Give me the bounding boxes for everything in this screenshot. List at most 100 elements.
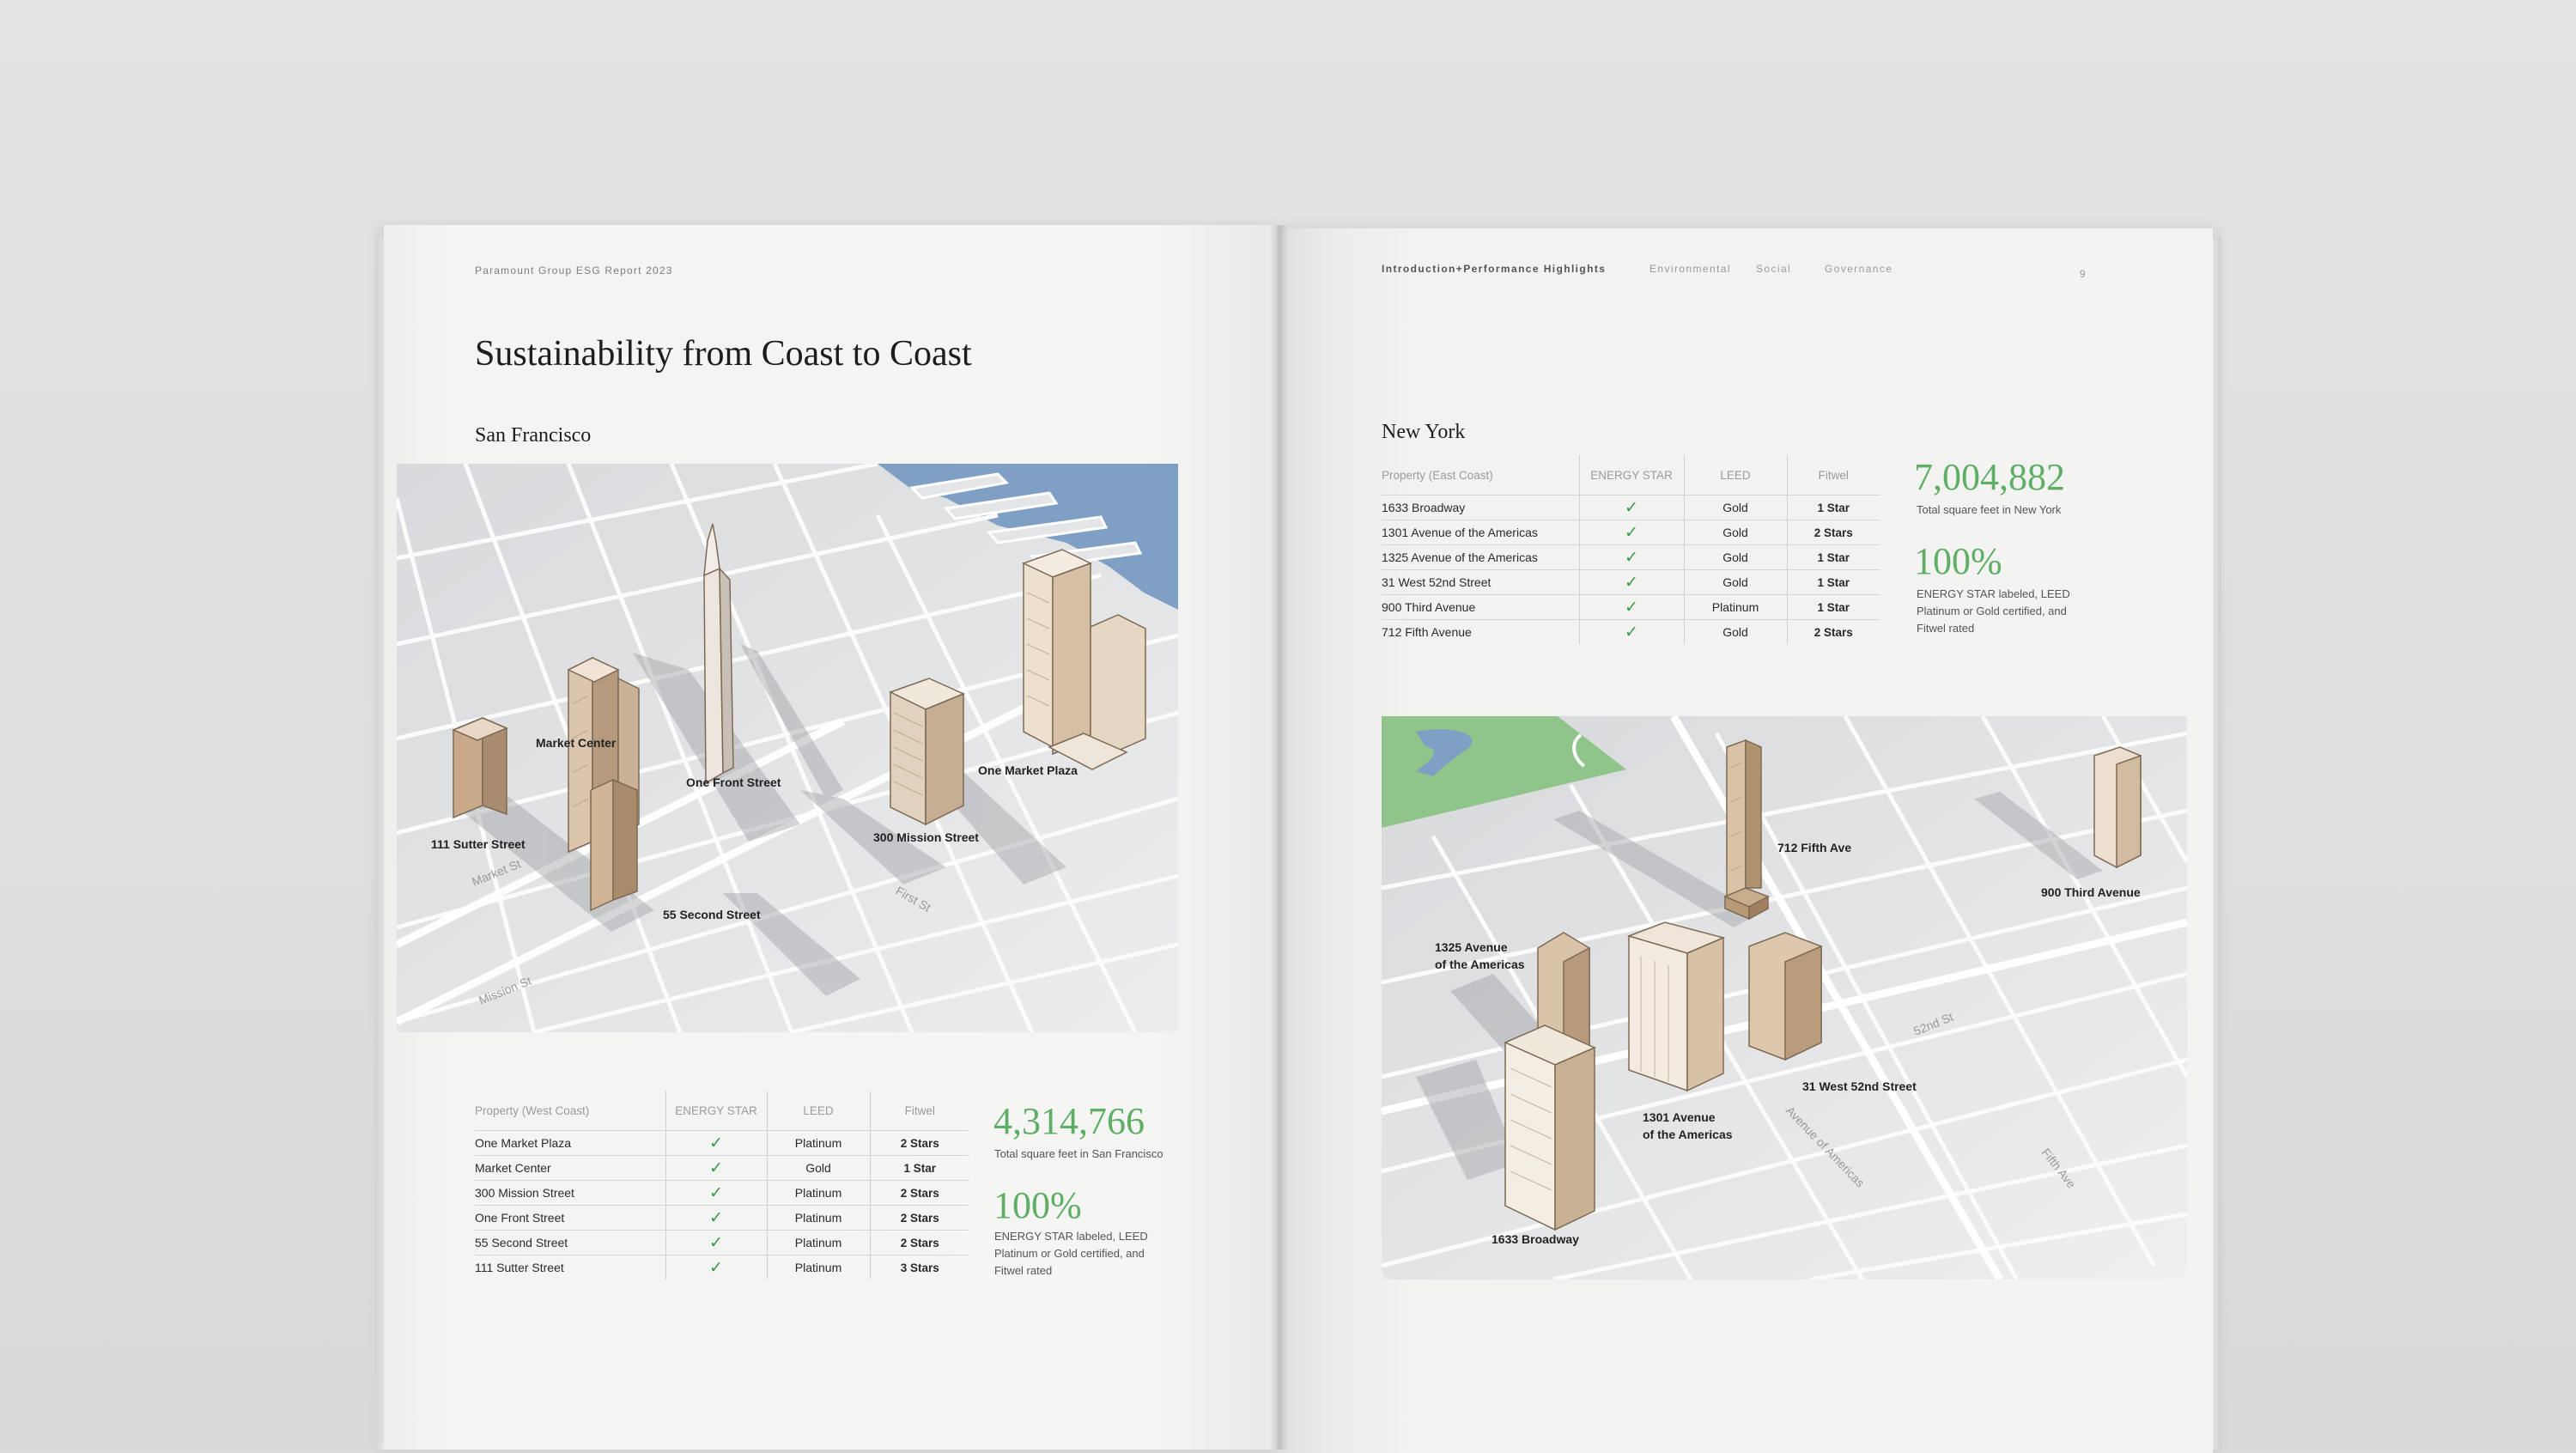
property-name: 1325 Avenue of the Americas [1382, 544, 1579, 570]
sf-total-square-feet-value: 4,314,766 [993, 1100, 1145, 1142]
property-name: 1633 Broadway [1382, 495, 1579, 520]
leed-rating: Gold [1683, 495, 1787, 520]
map-label-1301-avenue: 1301 Avenue [1643, 1110, 1716, 1124]
column-header-leed: LEED [1683, 455, 1787, 495]
leed-rating: Platinum [766, 1180, 870, 1206]
leed-rating: Gold [1683, 520, 1787, 545]
section-heading-new-york: New York [1382, 421, 1466, 443]
caption-line: ENERGY STAR labeled, LEED [1917, 587, 2070, 600]
map-label-111-sutter-street: 111 Sutter Street [431, 837, 526, 851]
property-name: 111 Sutter Street [475, 1255, 665, 1280]
check-icon: ✓ [665, 1205, 767, 1231]
table-row: 712 Fifth Avenue ✓ Gold 2 Stars [1382, 619, 1880, 644]
san-francisco-map: Market Center 111 Sutter Street One Fron… [397, 464, 1178, 1032]
table-row: 31 West 52nd Street ✓ Gold 1 Star [1382, 569, 1880, 595]
check-icon: ✓ [1578, 619, 1684, 644]
property-name: 300 Mission Street [475, 1180, 665, 1206]
ny-certified-percent-caption: ENERGY STAR labeled, LEED Platinum or Go… [1917, 586, 2070, 637]
table-row: 1301 Avenue of the Americas ✓ Gold 2 Stars [1382, 520, 1880, 545]
fitwel-rating: 2 Stars [869, 1205, 969, 1231]
check-icon: ✓ [665, 1255, 767, 1280]
leed-rating: Platinum [766, 1255, 870, 1280]
caption-line: Platinum or Gold certified, and [1917, 605, 2067, 617]
map-label-1633-broadway: 1633 Broadway [1492, 1232, 1579, 1246]
check-icon: ✓ [665, 1230, 767, 1255]
leed-rating: Platinum [1683, 594, 1787, 620]
map-label-300-mission-street: 300 Mission Street [873, 830, 979, 844]
check-icon: ✓ [665, 1130, 767, 1156]
table-row: 55 Second Street ✓ Platinum 2 Stars [475, 1230, 969, 1255]
leed-rating: Gold [1683, 569, 1787, 595]
nav-social[interactable]: Social [1756, 263, 1791, 275]
table-row: 1633 Broadway ✓ Gold 1 Star [1382, 495, 1880, 520]
fitwel-rating: 2 Stars [1786, 520, 1880, 545]
column-header-leed: LEED [766, 1091, 870, 1131]
page-title: Sustainability from Coast to Coast [475, 334, 972, 374]
west-coast-properties-table: Property (West Coast) ENERGY STAR LEED F… [475, 1091, 969, 1280]
running-head: Paramount Group ESG Report 2023 [475, 264, 673, 277]
check-icon: ✓ [665, 1180, 767, 1206]
san-francisco-map-illustration: Market Center 111 Sutter Street One Fron… [397, 464, 1178, 1032]
column-header-fitwel: Fitwel [1786, 455, 1880, 495]
property-name: 900 Third Avenue [1382, 594, 1579, 620]
check-icon: ✓ [1578, 569, 1684, 595]
check-icon: ✓ [1578, 544, 1684, 570]
leed-rating: Gold [1683, 544, 1787, 570]
property-name: One Front Street [475, 1205, 665, 1231]
leed-rating: Platinum [766, 1130, 870, 1156]
fitwel-rating: 2 Stars [869, 1130, 969, 1156]
page-stack-right [2213, 237, 2221, 1450]
map-label-1325-avenue: 1325 Avenue [1435, 940, 1508, 954]
table-row: Market Center ✓ Gold 1 Star [475, 1155, 969, 1181]
property-name: Market Center [475, 1155, 665, 1181]
new-york-map: 712 Fifth Ave 900 Third Avenue 1325 Aven… [1382, 716, 2187, 1280]
fitwel-rating: 1 Star [1786, 569, 1880, 595]
map-label-31-west-52nd-street: 31 West 52nd Street [1802, 1079, 1917, 1093]
leed-rating: Gold [766, 1155, 870, 1181]
column-header-energy-star: ENERGY STAR [665, 1091, 767, 1131]
fitwel-rating: 3 Stars [869, 1255, 969, 1280]
table-header-row: Property (West Coast) ENERGY STAR LEED F… [475, 1091, 969, 1131]
caption-line: Fitwel rated [1917, 622, 1975, 635]
nav-environmental[interactable]: Environmental [1649, 263, 1731, 275]
table-row: One Front Street ✓ Platinum 2 Stars [475, 1205, 969, 1231]
page-number: 9 [2080, 268, 2087, 280]
caption-line: ENERGY STAR labeled, LEED [994, 1230, 1148, 1243]
fitwel-rating: 1 Star [869, 1155, 969, 1181]
check-icon: ✓ [1578, 594, 1684, 620]
column-header-fitwel: Fitwel [869, 1091, 969, 1131]
map-label-900-third-avenue: 900 Third Avenue [2041, 885, 2141, 899]
nav-introduction-performance-highlights[interactable]: Introduction+Performance Highlights [1382, 263, 1606, 275]
caption-line: Platinum or Gold certified, and [994, 1247, 1145, 1260]
map-label-one-front-street: One Front Street [686, 775, 781, 789]
nav-governance[interactable]: Governance [1825, 263, 1893, 275]
check-icon: ✓ [665, 1155, 767, 1181]
sf-certified-percent-value: 100% [993, 1184, 1082, 1226]
caption-line: Fitwel rated [994, 1264, 1053, 1277]
map-label-712-fifth-ave: 712 Fifth Ave [1777, 841, 1851, 854]
map-label-market-center: Market Center [536, 736, 617, 750]
table-row: 1325 Avenue of the Americas ✓ Gold 1 Star [1382, 544, 1880, 570]
column-header-property: Property (East Coast) [1382, 468, 1493, 482]
fitwel-rating: 2 Stars [869, 1230, 969, 1255]
leed-rating: Platinum [766, 1205, 870, 1231]
map-label-55-second-street: 55 Second Street [663, 908, 761, 921]
east-coast-properties-table: Property (East Coast) ENERGY STAR LEED F… [1382, 455, 1880, 644]
fitwel-rating: 1 Star [1786, 495, 1880, 520]
ny-total-square-feet-value: 7,004,882 [1914, 456, 2065, 498]
check-icon: ✓ [1578, 495, 1684, 520]
map-label-1301-of-the-americas: of the Americas [1643, 1128, 1733, 1141]
left-page: Paramount Group ESG Report 2023 Sustaina… [384, 225, 1277, 1450]
property-name: 55 Second Street [475, 1230, 665, 1255]
property-name: 31 West 52nd Street [1382, 569, 1579, 595]
leed-rating: Platinum [766, 1230, 870, 1255]
table-row: 900 Third Avenue ✓ Platinum 1 Star [1382, 594, 1880, 620]
property-name: 1301 Avenue of the Americas [1382, 520, 1579, 545]
sf-certified-percent-caption: ENERGY STAR labeled, LEED Platinum or Go… [994, 1228, 1148, 1280]
right-page: Introduction+Performance Highlights Envi… [1277, 228, 2213, 1453]
table-row: One Market Plaza ✓ Platinum 2 Stars [475, 1130, 969, 1156]
map-label-one-market-plaza: One Market Plaza [978, 763, 1078, 777]
page-stack-left [375, 237, 384, 1450]
check-icon: ✓ [1578, 520, 1684, 545]
property-name: 712 Fifth Avenue [1382, 619, 1579, 644]
